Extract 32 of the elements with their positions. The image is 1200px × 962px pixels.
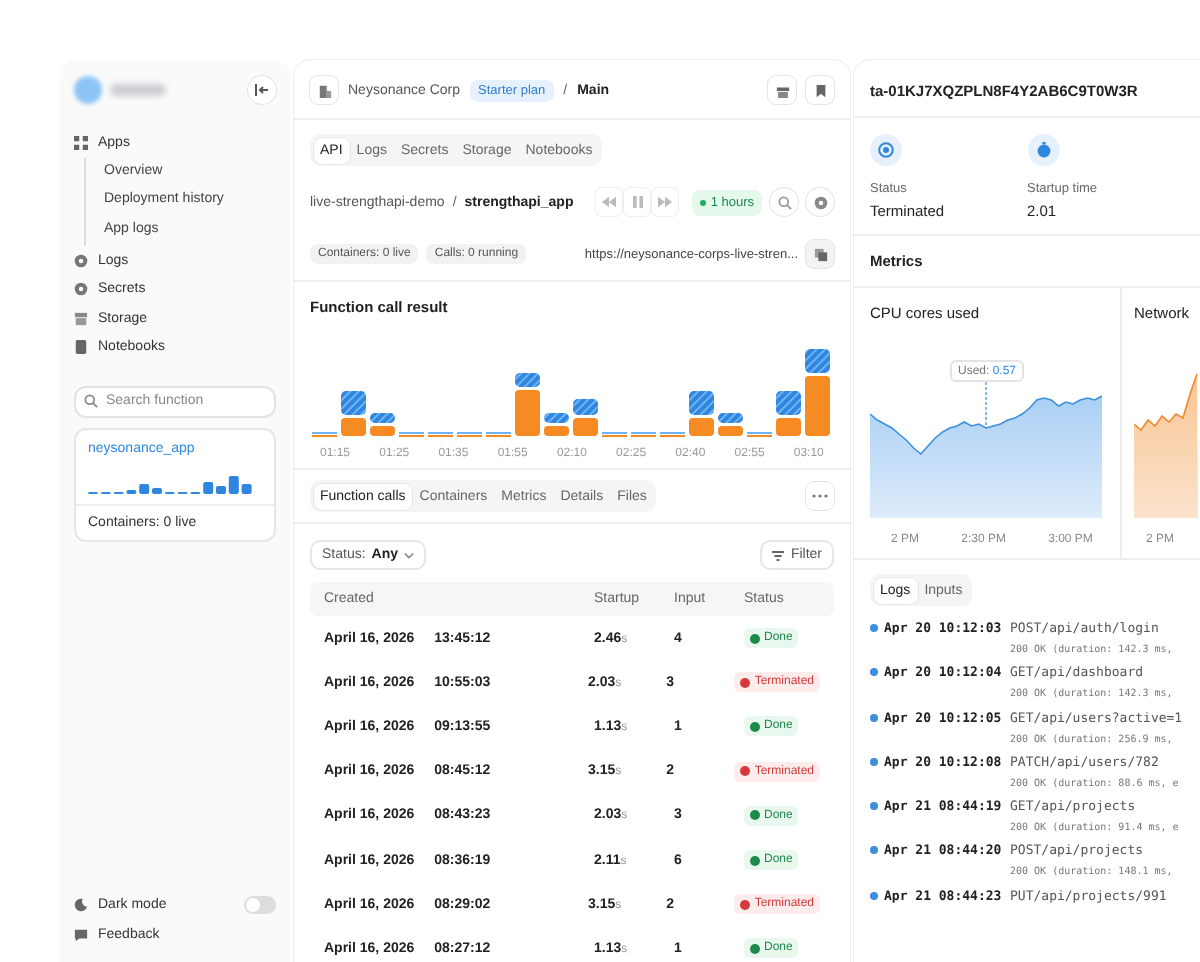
bookmark-icon[interactable]: [806, 76, 834, 104]
collapse-sidebar-button[interactable]: [248, 76, 276, 104]
search-icon[interactable]: [770, 188, 798, 216]
grid-icon: [74, 135, 88, 150]
org-avatar: [74, 76, 102, 104]
copy-icon[interactable]: [806, 240, 834, 268]
moon-icon: [74, 898, 88, 912]
filter-icon: [772, 549, 785, 561]
settings-icon[interactable]: [806, 188, 834, 216]
stopwatch-icon: [1027, 134, 1059, 166]
log-dot-icon: [870, 668, 878, 677]
rewind-icon[interactable]: [596, 188, 623, 216]
pause-icon[interactable]: [624, 188, 651, 216]
blurred-org-name: [110, 84, 166, 96]
dark-mode-toggle[interactable]: [244, 896, 276, 914]
log-dot-icon: [870, 891, 878, 900]
log-dot-icon: [870, 802, 878, 811]
caret-icon: [404, 551, 415, 559]
more-icon[interactable]: [806, 482, 834, 510]
log-dot-icon: [870, 713, 878, 722]
building-icon: [310, 76, 338, 104]
log-dot-icon: [870, 846, 878, 855]
target-icon: [870, 134, 902, 166]
log-dot-icon: [870, 624, 878, 632]
chat-bubble-icon: [74, 928, 88, 942]
log-dot-icon: [870, 757, 878, 766]
book-icon: [74, 340, 88, 355]
fast-forward-icon[interactable]: [652, 188, 679, 216]
gift-icon[interactable]: [768, 76, 796, 104]
search-icon: [84, 394, 98, 409]
archive-icon: [74, 311, 88, 326]
collapse-panel-icon: [254, 82, 270, 98]
